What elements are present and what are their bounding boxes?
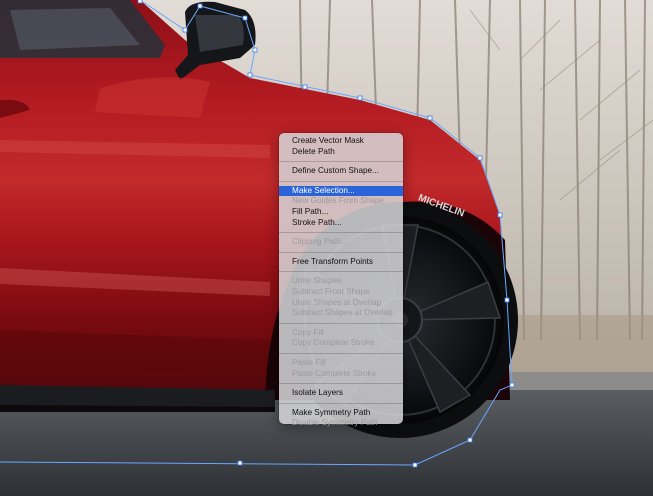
menu-separator bbox=[279, 271, 403, 273]
menu-item-free-transform-points[interactable]: Free Transform Points bbox=[279, 257, 403, 268]
menu-separator bbox=[279, 251, 403, 253]
menu-item-delete-path[interactable]: Delete Path bbox=[279, 147, 403, 158]
menu-item-unite-shapes-at-overlap: Unite Shapes at Overlap bbox=[292, 297, 382, 307]
menu-item-make-symmetry-path[interactable]: Make Symmetry Path bbox=[279, 408, 403, 419]
menu-item-subtract-front-shape: Subtract Front Shape bbox=[292, 286, 370, 296]
menu-separator bbox=[279, 232, 403, 234]
menu-separator bbox=[279, 180, 403, 182]
menu-item-copy-fill: Copy Fill bbox=[292, 327, 324, 337]
photo-canvas[interactable]: MICHELIN Create Vector Mask Delete Path … bbox=[0, 0, 653, 496]
menu-separator bbox=[279, 402, 403, 404]
menu-separator bbox=[279, 161, 403, 163]
menu-item-make-selection[interactable]: Make Selection... bbox=[279, 185, 403, 197]
menu-item-new-guides-from-shape: New Guides From Shape bbox=[292, 196, 384, 206]
menu-separator bbox=[279, 322, 403, 324]
menu-item-define-custom-shape[interactable]: Define Custom Shape... bbox=[279, 166, 403, 177]
menu-separator bbox=[279, 352, 403, 354]
menu-item-clipping-path: Clipping Path... bbox=[292, 237, 348, 247]
context-menu: Create Vector Mask Delete Path Define Cust… bbox=[279, 133, 403, 427]
menu-item-paste-complete-stroke: Paste Complete Stroke bbox=[292, 368, 377, 378]
menu-item-copy-complete-stroke: Copy Complete Stroke bbox=[292, 338, 375, 348]
menu-item-disable-symmetry-path: Disable Symmetry Path bbox=[292, 418, 378, 428]
menu-item-subtract-shapes-at-overlap: Subtract Shapes at Overlap bbox=[292, 308, 393, 318]
menu-item-unite-shapes: Unite Shapes bbox=[292, 276, 342, 286]
menu-item-fill-path[interactable]: Fill Path... bbox=[279, 207, 403, 218]
menu-item-isolate-layers[interactable]: Isolate Layers bbox=[279, 388, 403, 399]
menu-item-stroke-path[interactable]: Stroke Path... bbox=[279, 218, 403, 229]
menu-item-create-vector-mask[interactable]: Create Vector Mask bbox=[279, 136, 403, 147]
menu-item-paste-fill: Paste Fill bbox=[292, 357, 326, 367]
menu-separator bbox=[279, 383, 403, 385]
